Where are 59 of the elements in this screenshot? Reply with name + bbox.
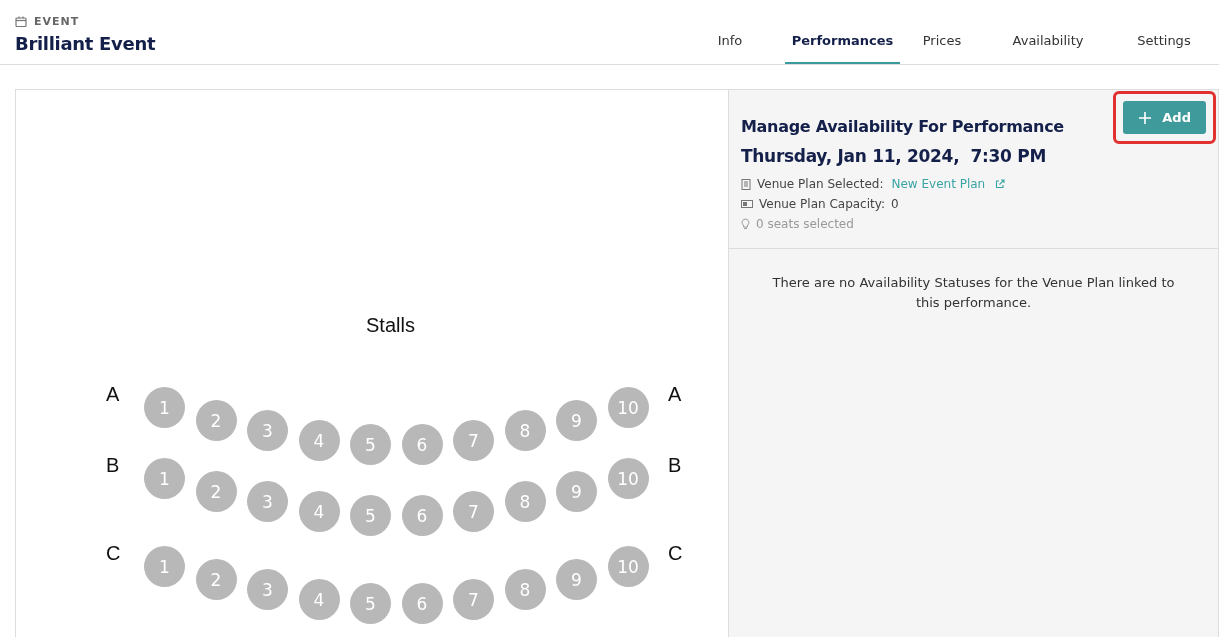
seat[interactable]: 7 xyxy=(453,491,494,532)
section-label: Stalls xyxy=(366,314,415,337)
tab[interactable]: Performances xyxy=(785,30,900,64)
seat[interactable]: 8 xyxy=(504,569,546,610)
detail-value: 0 xyxy=(891,197,899,211)
seat[interactable]: 9 xyxy=(556,400,597,441)
seat[interactable]: 8 xyxy=(504,481,546,522)
seat[interactable]: 6 xyxy=(401,495,443,536)
seat[interactable]: 6 xyxy=(401,583,443,624)
performance-date: Thursday, Jan 11, 2024, 7:30 PM xyxy=(741,146,1047,166)
seat[interactable]: 5 xyxy=(350,583,391,624)
tab[interactable]: Settings xyxy=(1124,30,1204,64)
seat[interactable]: 6 xyxy=(401,424,443,465)
row-label: C xyxy=(668,542,683,565)
section-label: EVENT xyxy=(34,15,80,28)
calendar-icon xyxy=(15,16,27,27)
seat[interactable]: 3 xyxy=(247,410,288,451)
row-label: A xyxy=(668,383,682,406)
seat[interactable]: 10 xyxy=(607,546,649,587)
seat[interactable]: 1 xyxy=(144,546,185,587)
seat[interactable]: 9 xyxy=(556,471,597,512)
building-icon xyxy=(741,178,751,190)
row-label: C xyxy=(106,542,121,565)
lightbulb-icon xyxy=(741,218,750,230)
seat[interactable]: 10 xyxy=(607,387,649,428)
detail-label: 0 seats selected xyxy=(756,217,854,231)
seat[interactable]: 9 xyxy=(556,559,597,600)
tab[interactable]: Info xyxy=(699,30,761,64)
seat[interactable]: 7 xyxy=(453,420,494,461)
seat[interactable]: 7 xyxy=(453,579,494,620)
event-title: Brilliant Event xyxy=(15,33,156,54)
add-button[interactable]: Add xyxy=(1123,101,1206,134)
external-link-icon[interactable] xyxy=(995,179,1006,189)
tab[interactable]: Prices xyxy=(912,30,972,64)
detail-label: Venue Plan Selected: xyxy=(757,177,884,191)
seat[interactable]: 2 xyxy=(195,471,237,512)
seat[interactable]: 1 xyxy=(144,458,185,499)
row-label: B xyxy=(668,454,682,477)
seat[interactable]: 8 xyxy=(504,410,546,451)
seat[interactable]: 4 xyxy=(298,491,340,532)
plan-link[interactable]: New Event Plan xyxy=(891,177,986,191)
panel-title: Manage Availability For Performance xyxy=(741,116,1064,136)
empty-message: There are no Availability Statuses for the Venue Plan linked to this performance. xyxy=(771,274,1176,312)
seat[interactable]: 1 xyxy=(144,387,185,428)
detail-label: Venue Plan Capacity: xyxy=(759,197,886,211)
battery-icon xyxy=(741,200,753,208)
seat[interactable]: 2 xyxy=(195,400,237,441)
seat[interactable]: 3 xyxy=(247,481,288,522)
seat[interactable]: 5 xyxy=(350,495,391,536)
seat[interactable]: 2 xyxy=(195,559,237,600)
seat[interactable]: 10 xyxy=(607,458,649,499)
seat[interactable]: 4 xyxy=(298,579,340,620)
plus-icon xyxy=(1138,110,1153,125)
row-label: B xyxy=(106,454,120,477)
tab[interactable]: Availability xyxy=(998,30,1098,64)
row-label: A xyxy=(106,383,120,406)
seat[interactable]: 3 xyxy=(247,569,288,610)
seat[interactable]: 5 xyxy=(350,424,391,465)
seat[interactable]: 4 xyxy=(298,420,340,461)
